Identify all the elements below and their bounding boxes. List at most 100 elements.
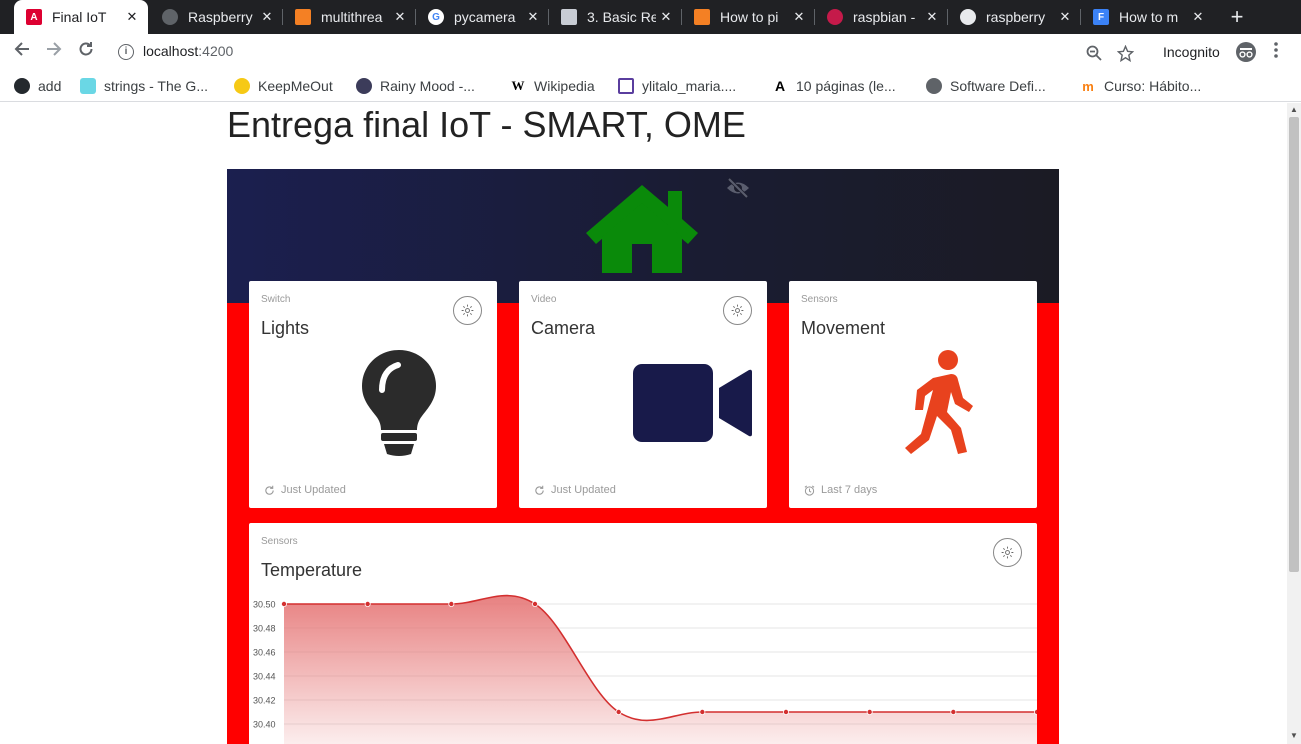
refresh-icon (265, 485, 274, 495)
info-icon[interactable]: i (118, 44, 134, 60)
globe-icon (926, 78, 942, 94)
close-icon[interactable]: ✕ (922, 9, 942, 25)
bookmark-rainy-mood[interactable]: Rainy Mood -... (356, 77, 475, 95)
browser-toolbar: i localhost:4200 Incognito (0, 34, 1301, 70)
page-title: Entrega final IoT - SMART, OME (227, 104, 746, 145)
close-icon[interactable]: ✕ (523, 9, 543, 25)
smiley-icon (234, 78, 250, 94)
data-point (1034, 709, 1037, 715)
card-category: Video (531, 294, 557, 305)
close-icon[interactable]: ✕ (122, 9, 142, 25)
tab-how-to-m[interactable]: F How to m ✕ (1081, 0, 1214, 34)
card-footer: Just Updated (264, 484, 346, 496)
scrollbar-thumb[interactable] (1289, 117, 1299, 572)
close-icon[interactable]: ✕ (1188, 9, 1208, 25)
incognito-label: Incognito (1163, 44, 1220, 60)
angular-icon: A (26, 9, 42, 25)
tab-raspberry[interactable]: Raspberry ✕ (150, 0, 283, 34)
tab-strip: A Final IoT ✕ Raspberry ✕ multithrea ✕ G… (0, 0, 1301, 34)
data-point (783, 709, 790, 716)
card-category: Switch (261, 294, 291, 305)
menu-icon[interactable] (1273, 41, 1279, 65)
address-bar[interactable]: i localhost:4200 (110, 37, 1150, 67)
bookmark-strings[interactable]: strings - The G... (80, 77, 208, 95)
tab-raspberry-github[interactable]: raspberry ✕ (948, 0, 1081, 34)
tab-final-iot[interactable]: A Final IoT ✕ (14, 0, 148, 34)
f-icon: F (1093, 9, 1109, 25)
bookmark-label: strings - The G... (104, 78, 208, 94)
bookmark-label: add (38, 78, 62, 94)
back-button[interactable] (10, 40, 34, 64)
bookmark-10-paginas[interactable]: A 10 páginas (le... (772, 77, 896, 95)
card-title: Camera (531, 318, 596, 338)
close-icon[interactable]: ✕ (1055, 9, 1075, 25)
reload-icon (79, 42, 93, 56)
bookmark-label: Rainy Mood -... (380, 78, 475, 94)
forward-button[interactable] (42, 40, 66, 64)
tab-title: raspbian - (853, 9, 916, 25)
card-camera: Video Camera Just Updated (519, 281, 767, 508)
settings-button[interactable] (723, 296, 752, 325)
temperature-area (284, 595, 1037, 744)
bookmark-keepmeout[interactable]: KeepMeOut (234, 77, 333, 95)
gopher-icon (80, 78, 96, 94)
y-tick-label: 30.40 (253, 720, 276, 730)
settings-button[interactable] (453, 296, 482, 325)
footer-text: Just Updated (281, 484, 346, 496)
globe-icon (162, 9, 178, 25)
close-icon[interactable]: ✕ (257, 9, 277, 25)
tab-title: How to m (1119, 9, 1179, 25)
card-title: Temperature (261, 560, 363, 580)
reload-button[interactable] (74, 40, 98, 64)
bookmark-software-defi[interactable]: Software Defi... (926, 77, 1046, 95)
bookmark-add[interactable]: add (14, 77, 61, 95)
close-icon[interactable]: ✕ (390, 9, 410, 25)
close-icon[interactable]: ✕ (656, 9, 676, 25)
lightbulb-icon[interactable] (362, 350, 436, 456)
arrow-right-icon (47, 42, 62, 56)
scroll-down-icon[interactable]: ▼ (1290, 731, 1298, 740)
zoom-icon[interactable] (1086, 45, 1102, 66)
wikipedia-icon: W (510, 78, 526, 94)
bookmark-ylitalo[interactable]: ylitalo_maria.... (618, 77, 736, 95)
tab-title: pycamera (454, 9, 516, 25)
bookmark-curso[interactable]: m Curso: Hábito... (1080, 77, 1201, 95)
tab-basic-re[interactable]: 3. Basic Re ✕ (549, 0, 682, 34)
page-viewport: Entrega final IoT - SMART, OME Switch Li… (0, 103, 1287, 744)
docs-icon (561, 9, 577, 25)
tab-pycamera[interactable]: G pycamera ✕ (416, 0, 549, 34)
data-point (281, 600, 288, 607)
data-point (531, 600, 538, 607)
data-point (448, 600, 455, 607)
tab-raspbian[interactable]: raspbian - ✕ (815, 0, 948, 34)
home-icon (586, 185, 698, 273)
y-tick-label: 30.48 (253, 624, 276, 634)
bookmark-label: Wikipedia (534, 78, 595, 94)
bookmark-label: KeepMeOut (258, 78, 333, 94)
tab-title: Final IoT (52, 9, 107, 25)
close-icon[interactable]: ✕ (789, 9, 809, 25)
raindrop-icon (356, 78, 372, 94)
tab-title: multithrea (321, 9, 383, 25)
github-icon (960, 9, 976, 25)
settings-button[interactable] (993, 538, 1022, 567)
star-icon[interactable] (1116, 44, 1135, 67)
tab-title: How to pi (720, 9, 779, 25)
alarm-clock-icon (804, 485, 815, 496)
incognito-icon[interactable] (1236, 42, 1256, 62)
video-camera-icon[interactable] (633, 363, 753, 443)
y-tick-label: 30.42 (253, 696, 276, 706)
gear-icon (461, 304, 474, 317)
page-scrollbar[interactable]: ▲ ▼ (1287, 103, 1301, 744)
card-title: Movement (801, 318, 886, 338)
scroll-up-icon[interactable]: ▲ (1290, 105, 1298, 114)
moodle-icon: m (1080, 78, 1096, 94)
tab-how-to-pi[interactable]: How to pi ✕ (682, 0, 815, 34)
eye-off-icon[interactable] (725, 177, 751, 199)
bookmark-label: Software Defi... (950, 78, 1046, 94)
walking-person-icon[interactable] (903, 350, 973, 456)
tab-multithrea[interactable]: multithrea ✕ (283, 0, 416, 34)
bookmark-wikipedia[interactable]: W Wikipedia (510, 77, 595, 95)
new-tab-button[interactable]: + (1226, 0, 1248, 34)
data-point (950, 709, 957, 716)
